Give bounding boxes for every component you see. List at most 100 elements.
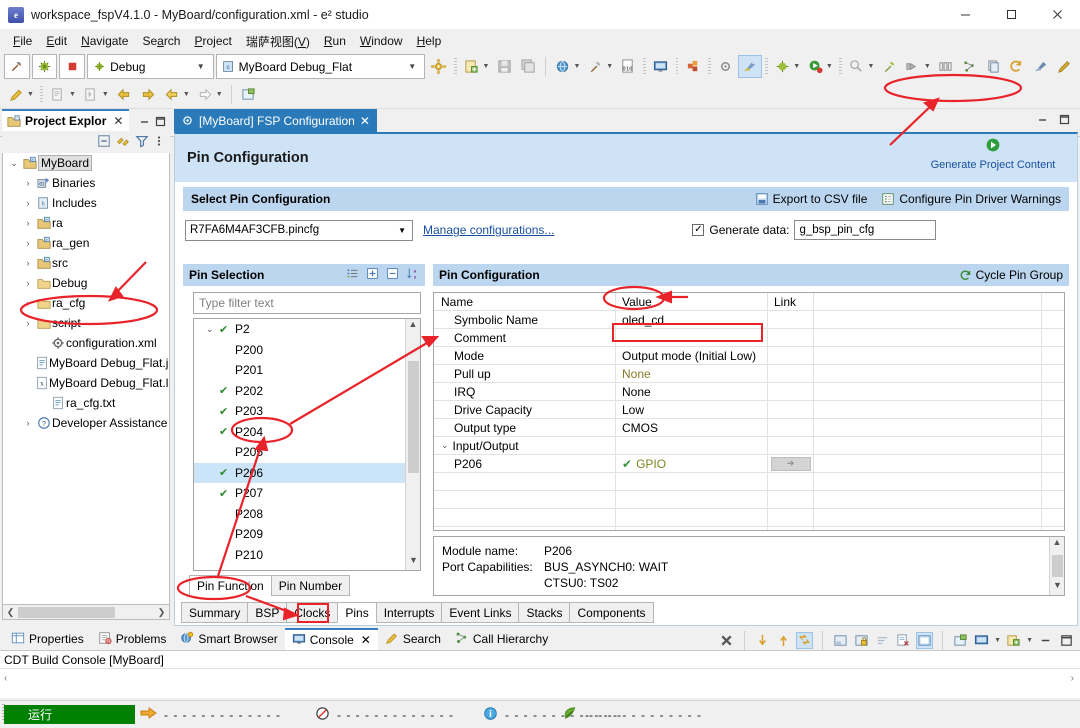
pincfg-file-combo[interactable]: R7FA6M4AF3CFB.pincfg ▼ <box>185 219 413 241</box>
tree-expander-icon[interactable]: › <box>21 238 35 248</box>
project-tree[interactable]: ⌄ c MyBoard › 01 Binaries › h Includes › c ra › c ra_g… <box>2 153 170 605</box>
save-all-icon[interactable] <box>516 55 540 78</box>
lock-console-icon[interactable] <box>853 632 870 649</box>
tree-expander-icon[interactable]: › <box>21 258 35 268</box>
tree-expander-icon[interactable]: › <box>21 178 35 188</box>
back-icon[interactable] <box>112 83 136 106</box>
refresh-icon[interactable] <box>1005 55 1029 78</box>
debug-bug-icon[interactable] <box>771 55 795 78</box>
chevron-down-icon[interactable]: ▼ <box>994 637 1001 644</box>
scroll-lock-icon[interactable] <box>796 632 814 649</box>
chevron-down-icon[interactable]: ▼ <box>402 62 422 71</box>
columns-icon[interactable] <box>934 55 958 78</box>
pin-config-row-value[interactable]: oled_cd <box>616 311 768 328</box>
chevron-down-icon[interactable]: ▼ <box>183 91 190 98</box>
collapse-all-icon[interactable] <box>386 267 399 283</box>
forward-icon[interactable] <box>136 83 160 106</box>
list-icon[interactable] <box>346 267 359 283</box>
vscroll-thumb[interactable] <box>1052 555 1063 577</box>
fsp-section-tab-bsp[interactable]: BSP <box>247 602 288 623</box>
menu-run[interactable]: Run <box>317 32 353 50</box>
minimize-icon[interactable] <box>1037 632 1054 649</box>
tab-project-explorer[interactable]: Project Explor ✕ <box>2 109 130 131</box>
scroll-up-icon[interactable] <box>775 632 792 649</box>
fsp-section-tab-summary[interactable]: Summary <box>181 602 249 623</box>
binary-icon[interactable]: 010 <box>616 55 640 78</box>
pin-config-row-link[interactable]: ➔ <box>768 455 814 472</box>
pin-tree-item[interactable]: ✔ P203 <box>194 401 405 422</box>
pin-tree-item[interactable]: P205 <box>194 442 405 463</box>
fsp-section-tab-event-links[interactable]: Event Links <box>441 602 520 623</box>
generate-data-input[interactable]: g_bsp_pin_cfg <box>794 220 937 240</box>
close-icon[interactable]: ✕ <box>360 114 370 128</box>
pin-config-row-value[interactable]: CMOS <box>616 419 768 436</box>
project-tree-item[interactable]: x MyBoard Debug_Flat.la <box>3 373 169 393</box>
bottom-tab-search[interactable]: Search <box>377 628 448 650</box>
bug-icon[interactable] <box>31 54 58 79</box>
marker-icon[interactable] <box>4 83 28 106</box>
tree-expander-icon[interactable]: › <box>21 198 35 208</box>
project-tree-item[interactable]: MyBoard Debug_Flat.jli <box>3 353 169 373</box>
export-to-csv-button[interactable]: Export to CSV file <box>755 192 867 206</box>
subtab-pin-function[interactable]: Pin Function <box>189 575 272 596</box>
pin-config-row[interactable]: ⌄ Input/Output <box>434 437 1064 455</box>
project-tree-item[interactable]: › script <box>3 313 169 333</box>
vscroll-thumb[interactable] <box>408 361 419 473</box>
maximize-icon[interactable] <box>1058 113 1071 129</box>
console-icon[interactable] <box>649 55 673 78</box>
minimize-button[interactable] <box>942 0 988 30</box>
build-config-combo[interactable]: Debug ▼ <box>87 54 214 79</box>
chevron-down-icon[interactable]: ▼ <box>216 91 223 98</box>
maximize-icon[interactable] <box>154 115 167 131</box>
pin-config-row[interactable]: Pull up None <box>434 365 1064 383</box>
chevron-down-icon[interactable]: ▼ <box>574 63 581 70</box>
project-tree-item[interactable]: › h Includes <box>3 193 169 213</box>
project-tree-item[interactable]: ⌄ c MyBoard <box>3 153 169 173</box>
pin-config-row[interactable]: IRQ None <box>434 383 1064 401</box>
pin-console-icon[interactable] <box>916 632 934 649</box>
chevron-down-icon[interactable]: ▼ <box>27 91 34 98</box>
tab-fsp-configuration[interactable]: [MyBoard] FSP Configuration ✕ <box>174 109 377 132</box>
maximize-button[interactable] <box>988 0 1034 30</box>
bottom-tab-call-hierarchy[interactable]: Call Hierarchy <box>447 628 556 650</box>
console-output[interactable]: ‹ › <box>0 668 1080 698</box>
external-tools-icon[interactable] <box>877 55 901 78</box>
pin-tree-item[interactable]: ✔ P202 <box>194 381 405 402</box>
tree-expander-icon[interactable]: › <box>21 218 35 228</box>
pin-tree-item[interactable]: P200 <box>194 340 405 361</box>
build-hammer-icon[interactable] <box>583 55 607 78</box>
chevron-down-icon[interactable]: ▼ <box>606 63 613 70</box>
tree-expander-icon[interactable]: › <box>21 318 35 328</box>
collapse-all-icon[interactable] <box>97 134 111 151</box>
menu-navigate[interactable]: Navigate <box>74 32 135 50</box>
pin-tree-item[interactable]: P208 <box>194 504 405 525</box>
pin-config-row[interactable]: Comment <box>434 329 1064 347</box>
pin-config-table[interactable]: Name Value Link Symbolic Name oled_cd Comment… <box>433 292 1065 531</box>
chevron-down-icon[interactable]: ▼ <box>868 63 875 70</box>
scroll-right-icon[interactable]: ❯ <box>154 607 169 618</box>
chevron-down-icon[interactable]: ▼ <box>191 62 211 71</box>
menu-help[interactable]: Help <box>410 32 449 50</box>
view-menu-icon[interactable] <box>154 134 164 151</box>
close-icon[interactable]: ✕ <box>113 114 123 128</box>
pin-config-row-value[interactable]: Low <box>616 401 768 418</box>
project-tree-item[interactable]: configuration.xml <box>3 333 169 353</box>
new-console-icon[interactable] <box>1005 632 1022 649</box>
chevron-down-icon[interactable]: ▼ <box>394 226 410 235</box>
tree-expander-icon[interactable]: › <box>21 298 35 308</box>
project-tree-item[interactable]: › Debug <box>3 273 169 293</box>
bottom-tab-smart-browser[interactable]: Smart Browser <box>173 628 285 650</box>
bookmark-icon[interactable] <box>46 83 70 106</box>
link-arrow-button[interactable]: ➔ <box>770 456 811 471</box>
wrap-icon[interactable] <box>874 632 891 649</box>
pin-tree-item[interactable]: P209 <box>194 524 405 545</box>
copy-icon[interactable] <box>981 55 1005 78</box>
tree-icon[interactable] <box>957 55 981 78</box>
chevron-down-icon[interactable]: ▼ <box>483 63 490 70</box>
step-icon[interactable] <box>901 55 925 78</box>
pin-tree[interactable]: ⌄ ✔ P2 P200 P201 ✔ P202 ✔ P203 ✔ P204 P205 ✔ P206 ✔ P20… <box>193 318 421 571</box>
hammer-icon[interactable] <box>4 54 30 79</box>
scroll-left-icon[interactable]: ❮ <box>3 607 18 618</box>
new-window-icon[interactable] <box>237 83 261 106</box>
expand-all-icon[interactable] <box>366 267 379 283</box>
